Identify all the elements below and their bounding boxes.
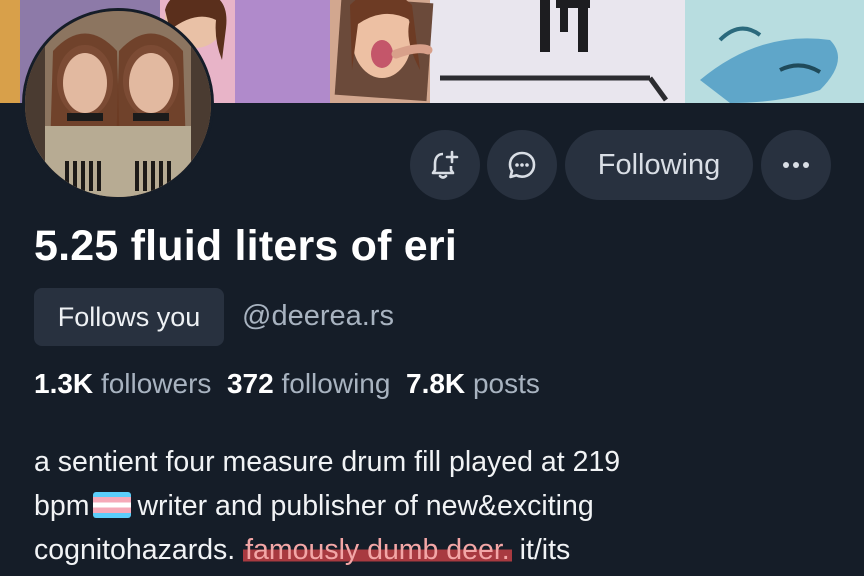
chat-bubble-icon — [508, 151, 536, 179]
follows-you-badge: Follows you — [34, 288, 224, 346]
highlighted-text: famously dumb deer. — [243, 534, 512, 566]
bio-text: writer and publisher of new&exciting — [137, 490, 594, 522]
profile-bio: a sentient four measure drum fill played… — [34, 440, 834, 572]
following-count: 372 — [226, 368, 274, 399]
transgender-flag-icon — [93, 492, 132, 518]
bio-text: cognitohazards. — [34, 534, 236, 566]
more-options-button[interactable] — [761, 130, 831, 200]
following-label: following — [281, 368, 391, 399]
profile-handle[interactable]: @deerea.rs — [242, 300, 394, 333]
message-button[interactable] — [487, 130, 557, 200]
bio-text: bpm — [34, 490, 90, 522]
followers-label: followers — [100, 368, 212, 399]
following-stat[interactable]: 372 following — [227, 368, 390, 399]
posts-stat: 7.8K posts — [406, 368, 540, 399]
ellipsis-icon — [783, 162, 809, 168]
bio-line: a sentient four measure drum fill played… — [34, 440, 834, 484]
subscribe-button[interactable] — [410, 130, 480, 200]
bell-plus-icon — [431, 150, 459, 179]
bio-line: bpm writer and publisher of new&exciting — [34, 484, 834, 528]
display-name: 5.25 fluid liters of eri — [34, 222, 457, 270]
followers-stat[interactable]: 1.3K followers — [34, 368, 211, 399]
profile-stats: 1.3K followers 372 following 7.8K posts — [34, 368, 540, 400]
posts-label: posts — [472, 368, 540, 399]
avatar[interactable] — [22, 8, 214, 200]
bio-text: a sentient four measure drum fill played… — [34, 446, 621, 478]
bio-line: cognitohazards. famously dumb deer. it/i… — [34, 528, 834, 572]
following-button[interactable]: Following — [565, 130, 753, 200]
posts-count: 7.8K — [406, 368, 466, 399]
bio-text: it/its — [519, 534, 571, 566]
followers-count: 1.3K — [34, 368, 94, 399]
